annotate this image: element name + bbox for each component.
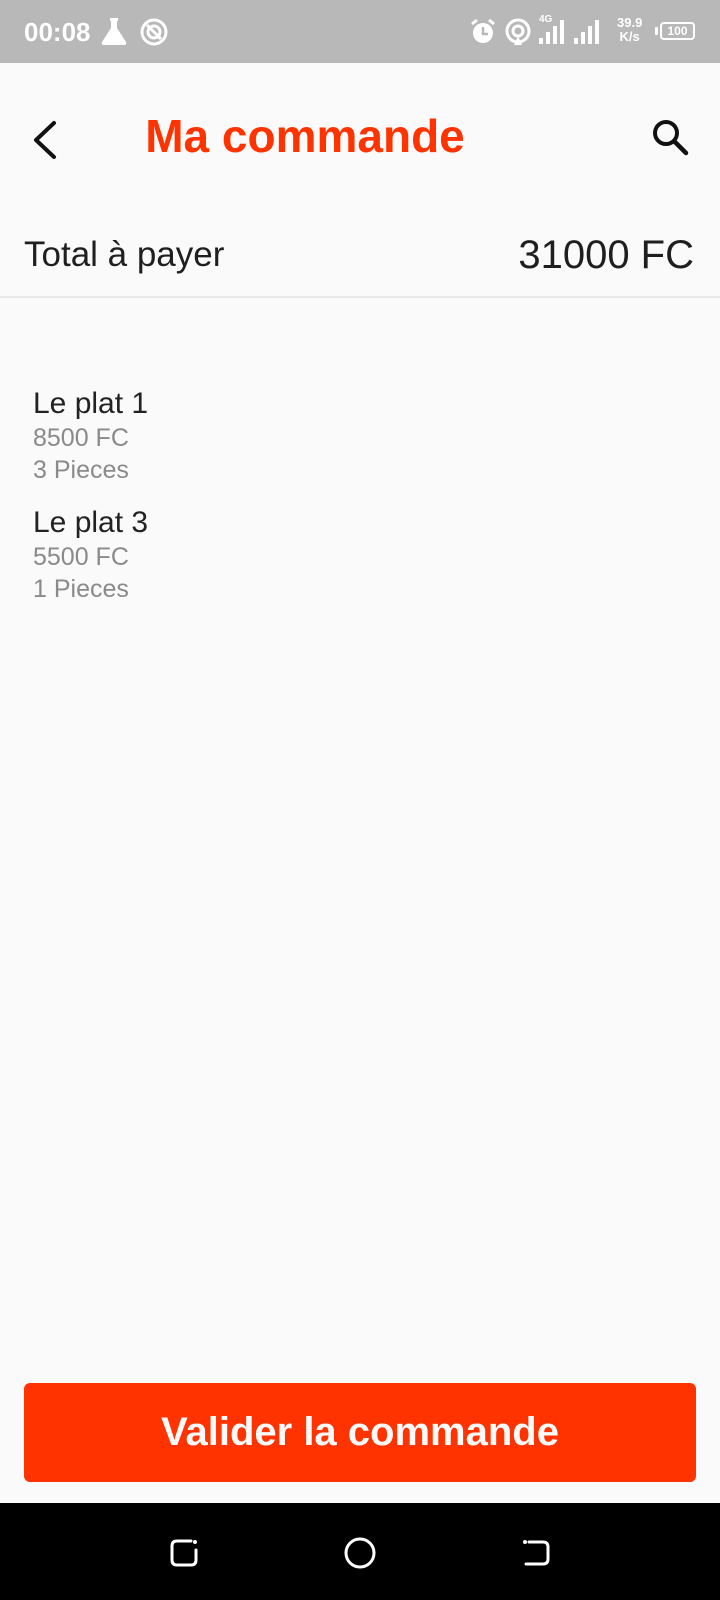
search-icon <box>653 120 689 156</box>
total-row: Total à payer 31000 FC <box>0 213 720 298</box>
validate-order-button[interactable]: Valider la commande <box>24 1383 696 1482</box>
item-name: Le plat 1 <box>33 387 149 420</box>
total-value: 31000 FC <box>518 233 694 277</box>
battery-icon: 100 <box>660 22 695 40</box>
back-nav-button[interactable] <box>516 1533 556 1573</box>
home-button[interactable] <box>340 1533 380 1573</box>
flask-icon <box>100 16 128 51</box>
alarm-icon <box>469 18 497 51</box>
back-icon <box>523 1540 550 1566</box>
hotspot-icon <box>503 17 533 52</box>
item-quantity: 1 Pieces <box>33 575 129 603</box>
search-button[interactable] <box>650 117 690 157</box>
home-icon <box>344 1537 376 1569</box>
network-speed: 39.9 K/s <box>617 16 642 44</box>
navigation-bar <box>0 1503 720 1600</box>
app-header: Ma commande <box>0 63 720 213</box>
recents-button[interactable] <box>164 1533 204 1573</box>
page-title: Ma commande <box>145 110 465 162</box>
network-type-label: 4G <box>539 14 553 25</box>
item-name: Le plat 3 <box>33 506 149 539</box>
battery-tip <box>655 27 658 35</box>
total-label: Total à payer <box>24 235 225 274</box>
list-item: Le plat 1 8500 FC 3 Pieces <box>33 386 148 486</box>
signal-icon: 4G <box>537 14 567 51</box>
signal-icon <box>572 14 602 51</box>
item-price: 5500 FC <box>33 543 129 571</box>
order-list: Le plat 1 8500 FC 3 Pieces Le plat 3 550… <box>33 386 148 624</box>
do-not-disturb-icon <box>139 17 169 52</box>
status-time: 00:08 <box>24 17 91 47</box>
list-item: Le plat 3 5500 FC 1 Pieces <box>33 505 148 605</box>
item-price: 8500 FC <box>33 424 129 452</box>
item-quantity: 3 Pieces <box>33 456 129 484</box>
status-bar: 00:08 4G 39.9 K/s 100 <box>0 0 720 63</box>
network-speed-unit: K/s <box>619 29 640 44</box>
recents-icon <box>170 1539 198 1567</box>
network-speed-value: 39.9 <box>617 15 643 30</box>
